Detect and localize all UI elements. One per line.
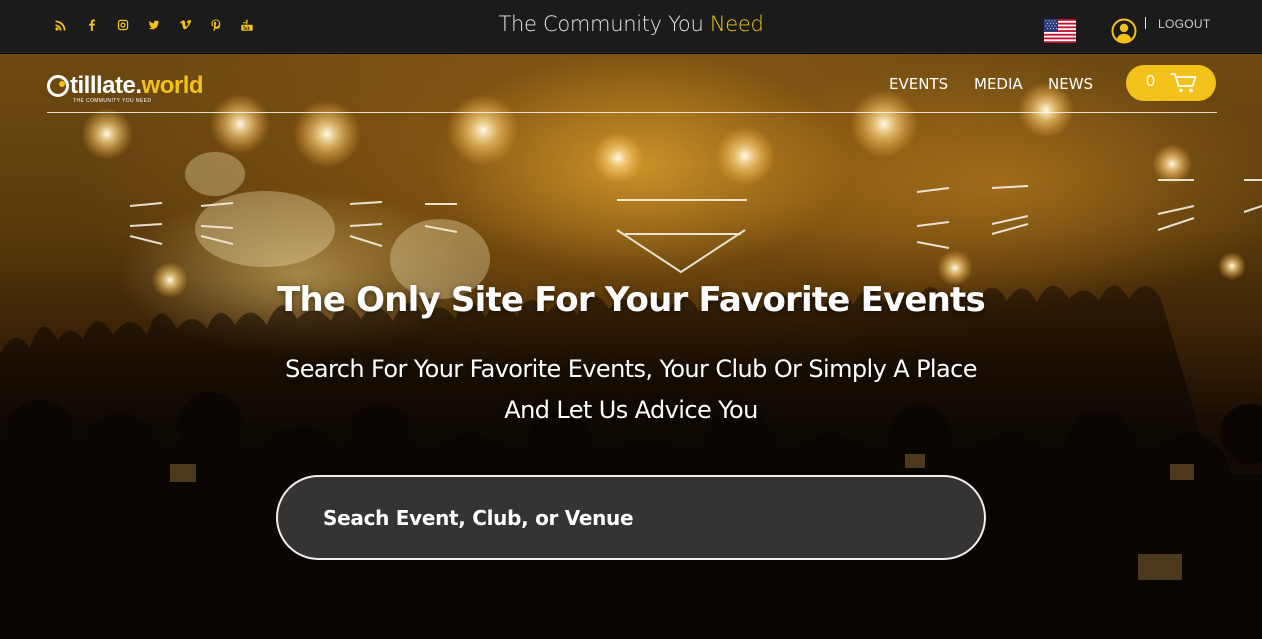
logo-tagline: THE COMMUNITY YOU NEED — [73, 98, 152, 104]
hero-subtitle: Search For Your Favorite Events, Your Cl… — [285, 355, 977, 424]
nav-item-media[interactable]: MEDIA — [974, 75, 1023, 93]
cart-icon — [1171, 73, 1197, 93]
us-flag-icon[interactable] — [1044, 19, 1076, 43]
logo-text-accent: world — [141, 72, 204, 99]
search-input[interactable] — [323, 477, 943, 558]
logo-text: tilllate. — [70, 72, 142, 99]
logo-wordmark: tilllate.world — [70, 72, 204, 100]
user-icon[interactable] — [1111, 18, 1137, 44]
logo-mark-icon — [47, 75, 69, 97]
logout-link[interactable]: LOGOUT — [1158, 17, 1210, 31]
tagline-main: The Community You — [498, 12, 710, 36]
site-logo[interactable]: tilllate.world THE COMMUNITY YOU NEED — [47, 72, 227, 106]
nav-item-news[interactable]: NEWS — [1048, 75, 1093, 93]
search-box[interactable] — [276, 475, 986, 560]
topbar-divider — [1145, 17, 1146, 29]
hero-title: The Only Site For Your Favorite Events — [277, 280, 986, 320]
tagline-accent: Need — [709, 12, 764, 36]
crowd-silhouette-background — [0, 285, 1262, 639]
top-bar: The Community You Need LOGOUT — [0, 0, 1262, 53]
nav-divider — [47, 112, 1217, 113]
cart-button[interactable]: 0 — [1126, 65, 1216, 101]
cart-count: 0 — [1146, 73, 1155, 90]
hero-section: tilllate.world THE COMMUNITY YOU NEED EV… — [0, 54, 1262, 639]
nav-item-events[interactable]: EVENTS — [889, 75, 948, 93]
